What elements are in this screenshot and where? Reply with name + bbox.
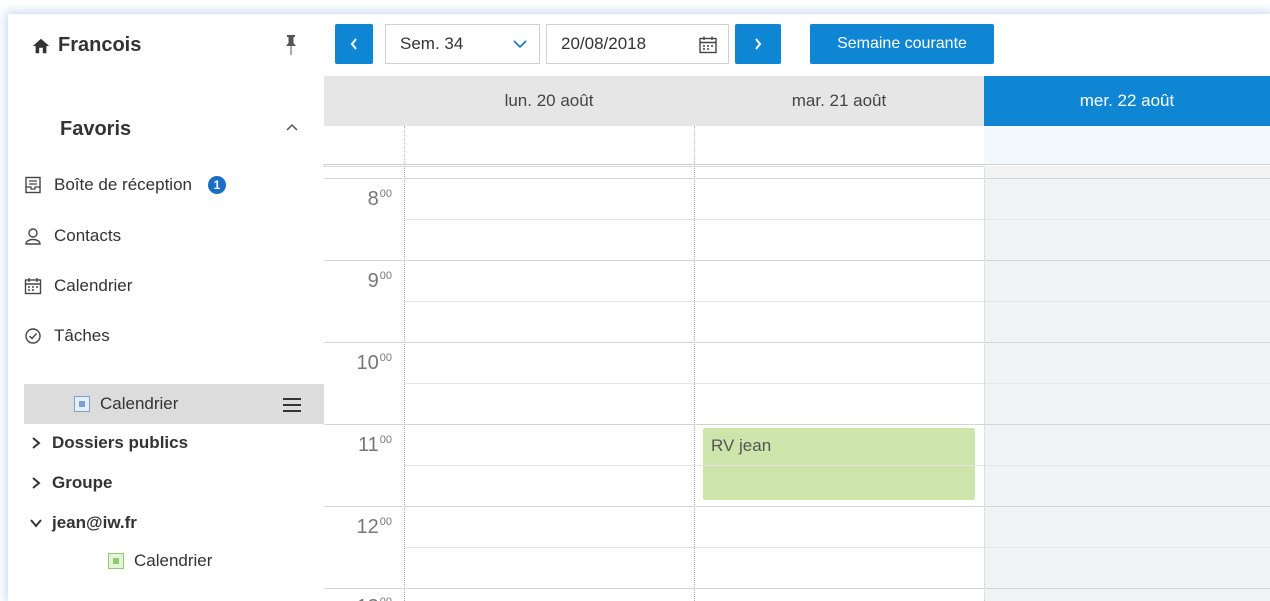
current-week-button[interactable]: Semaine courante — [810, 24, 994, 64]
menu-icon[interactable] — [283, 398, 301, 412]
all-day-row — [324, 126, 1270, 165]
half-hour-line — [404, 383, 1270, 384]
next-week-button[interactable] — [735, 24, 781, 64]
event-rv-jean[interactable]: RV jean — [703, 428, 975, 500]
calendar-icon — [24, 278, 42, 295]
day-header-monday[interactable]: lun. 20 août — [404, 76, 694, 126]
calendar-color-icon — [74, 396, 90, 412]
hour-line — [324, 260, 1270, 261]
chevron-right-icon — [32, 477, 41, 489]
toolbar: Sem. 34 20/08/2018 Semaine courante — [324, 14, 1270, 76]
half-hour-line — [404, 547, 1270, 548]
sidebar-item-label: Tâches — [54, 326, 110, 345]
hour-label: 800 — [367, 188, 392, 210]
day-header-wednesday[interactable]: mer. 22 août — [984, 76, 1270, 126]
date-field[interactable]: 20/08/2018 — [546, 24, 729, 64]
day-header-tuesday[interactable]: mar. 21 août — [694, 76, 984, 126]
inbox-icon — [25, 176, 41, 194]
chevron-down-icon — [513, 40, 527, 49]
tree-item-label: Calendrier — [100, 394, 179, 413]
week-select-value: Sem. 34 — [400, 34, 464, 53]
tasks-icon — [25, 328, 41, 344]
half-hour-line — [404, 465, 1270, 466]
hour-label: 1300 — [324, 596, 393, 601]
chevron-right-icon — [755, 38, 762, 50]
tree-group-label: jean@iw.fr — [52, 513, 137, 532]
unread-badge: 1 — [207, 176, 226, 194]
hour-label: 900 — [367, 270, 392, 292]
today-all-day-cell[interactable] — [984, 126, 1270, 164]
user-header[interactable]: Francois — [32, 34, 141, 57]
contacts-icon — [25, 228, 41, 245]
sidebar-item-label: Contacts — [54, 226, 122, 245]
calendar-color-icon — [108, 553, 124, 569]
sidebar-item-contacts[interactable]: Contacts — [24, 221, 121, 251]
hour-line — [324, 424, 1270, 425]
sidebar-item-label: Calendrier — [54, 276, 133, 295]
tree-group-public-folders[interactable]: Dossiers publics — [30, 433, 188, 453]
tree-selected-calendar[interactable]: Calendrier — [74, 394, 178, 414]
tree-group-label: Dossiers publics — [52, 433, 189, 452]
pin-icon[interactable] — [284, 34, 298, 56]
chevron-up-icon[interactable] — [286, 122, 298, 134]
hour-label: 1000 — [356, 352, 393, 374]
time-grid: 800 900 1000 1100 1200 1300 RV jean — [324, 166, 1270, 601]
tree-group-account[interactable]: jean@iw.fr — [30, 513, 137, 533]
hour-label: 1100 — [357, 434, 392, 456]
week-select[interactable]: Sem. 34 — [385, 24, 540, 64]
favorites-header: Favoris — [60, 118, 132, 140]
tree-account-calendar[interactable]: Calendrier — [108, 551, 212, 571]
half-hour-line — [404, 219, 1270, 220]
calendar-header: lun. 20 août mar. 21 août mer. 22 août — [324, 76, 1270, 126]
sidebar-item-tasks[interactable]: Tâches — [24, 321, 110, 351]
hour-line — [324, 178, 1270, 179]
hour-label: 1200 — [356, 516, 393, 538]
tree-group-label: Groupe — [52, 473, 113, 492]
sidebar-item-label: Boîte de réception — [54, 175, 192, 194]
chevron-down-icon — [30, 519, 42, 528]
chevron-right-icon — [32, 437, 41, 449]
tree-group-group[interactable]: Groupe — [30, 473, 112, 493]
hour-line — [324, 588, 1270, 589]
hour-line — [324, 506, 1270, 507]
tree-item-label: Calendrier — [134, 551, 213, 570]
user-name: Francois — [58, 34, 142, 56]
hour-line — [324, 342, 1270, 343]
app-window: Francois Favoris Boîte de réception 1 Co… — [8, 14, 1270, 601]
sidebar: Francois Favoris Boîte de réception 1 Co… — [8, 14, 325, 601]
sidebar-item-calendar[interactable]: Calendrier — [24, 271, 132, 301]
prev-week-button[interactable] — [335, 24, 373, 64]
chevron-left-icon — [350, 38, 357, 50]
calendar-icon[interactable] — [698, 35, 718, 55]
date-value: 20/08/2018 — [561, 34, 647, 53]
half-hour-line — [404, 301, 1270, 302]
sidebar-item-inbox[interactable]: Boîte de réception 1 — [24, 170, 226, 200]
home-icon — [32, 38, 50, 53]
